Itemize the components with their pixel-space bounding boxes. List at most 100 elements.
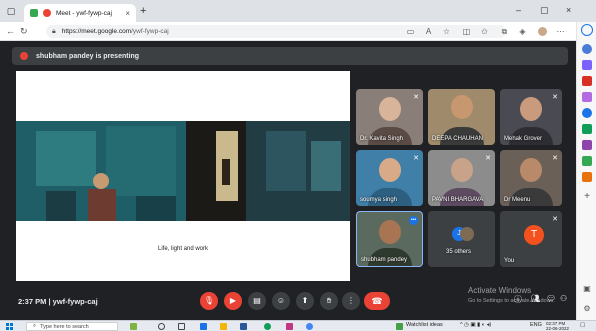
maximize-button[interactable]: ▢ <box>540 5 549 16</box>
widget-icon[interactable] <box>130 323 137 330</box>
office-icon[interactable] <box>582 108 592 118</box>
back-arrow-icon[interactable]: ← <box>6 26 15 37</box>
more-menu-icon[interactable]: ⋯ <box>556 27 565 36</box>
tray-clock[interactable]: 02:37 PM 22-06-2022 <box>546 321 569 331</box>
participant-face <box>378 220 401 244</box>
participant-name: Dr Meenu <box>504 197 531 203</box>
tray-icons[interactable]: ^ ◷ ▣ ▮ ◐ ◂) <box>460 322 491 328</box>
more-options-button[interactable]: ⋮ <box>342 292 360 310</box>
present-screen-button[interactable]: ⬆ <box>296 292 314 310</box>
add-icon[interactable]: + <box>582 192 592 202</box>
tab-close-icon[interactable]: × <box>125 9 130 18</box>
participant-tile-presenter[interactable]: ••• shubham pandey <box>356 211 423 267</box>
participant-face <box>378 97 401 121</box>
close-window-button[interactable]: × <box>566 5 571 15</box>
chrome-icon[interactable] <box>264 323 271 330</box>
others-tile[interactable]: J 35 others <box>428 211 495 267</box>
read-aloud-icon[interactable]: A <box>424 27 433 36</box>
search-icon: ⌕ <box>33 323 37 329</box>
participant-face <box>450 95 473 119</box>
bing-chat-icon[interactable] <box>581 24 593 36</box>
emoji-reaction-button[interactable]: ☺ <box>272 292 290 310</box>
slide-photo-graphic <box>16 121 350 221</box>
address-bar: ← ↻ 🔒︎ https://meet.google.com/ywf-fywp-… <box>0 22 596 41</box>
raise-hand-button[interactable]: ✋︎ <box>320 292 338 310</box>
recording-dot-icon <box>43 9 51 17</box>
camera-toggle-button[interactable]: ▶ <box>224 292 242 310</box>
presenting-banner-text: shubham pandey is presenting <box>36 52 140 60</box>
url-field[interactable]: 🔒︎ https://meet.google.com/ywf-fywp-caj <box>46 25 506 38</box>
windows-taskbar: ⌕ Type here to search Watchlist ideas ^ … <box>0 320 596 331</box>
task-view-icon[interactable] <box>178 323 185 330</box>
self-avatar-icon: T <box>524 225 544 245</box>
participant-tile[interactable]: ✕ Dr Meenu <box>500 150 562 206</box>
search-icon[interactable] <box>582 44 592 54</box>
taskbar-search-placeholder: Type here to search <box>40 323 89 330</box>
shopping-icon[interactable] <box>582 60 592 70</box>
participant-tile[interactable]: ✕ Dr. Kavita Singh <box>356 89 423 145</box>
favorites-icon[interactable]: ✩ <box>480 27 489 36</box>
self-tile[interactable]: T ✕ You <box>500 211 562 267</box>
slide-photo <box>16 121 350 221</box>
windows-start-icon[interactable] <box>6 323 13 330</box>
tab-actions-icon[interactable]: ▢ <box>6 6 16 16</box>
green-app-icon[interactable] <box>582 156 592 166</box>
leave-call-button[interactable]: ☎ <box>364 292 390 310</box>
games-icon[interactable] <box>582 92 592 102</box>
clock-separator: | <box>48 297 51 306</box>
watchlist-label[interactable]: Watchlist ideas <box>406 322 443 328</box>
participant-name: shubham pandey <box>361 257 408 263</box>
orange-app-icon[interactable] <box>582 172 592 182</box>
presentation-slide: Life, light and work <box>16 71 350 281</box>
cortana-icon[interactable] <box>158 323 165 330</box>
participant-name: DEEPA CHAUHAN <box>432 136 483 142</box>
presenter-avatar-icon <box>20 52 28 60</box>
meet-stage: shubham pandey is presenting Life, light… <box>8 41 576 320</box>
notification-icon[interactable]: ▢ <box>580 322 585 328</box>
new-tab-button[interactable]: + <box>140 6 146 17</box>
activate-windows-subtitle: Go to Settings to activate Windows. <box>468 298 555 304</box>
taskbar-search-box[interactable]: ⌕ Type here to search <box>26 322 118 331</box>
reload-icon[interactable]: ↻ <box>20 26 28 37</box>
mic-toggle-button[interactable]: 🎙︎ <box>200 292 218 310</box>
instagram-icon[interactable] <box>286 323 293 330</box>
meet-favicon-icon <box>30 9 38 17</box>
tray-language[interactable]: ENG <box>530 322 542 328</box>
file-explorer-icon[interactable] <box>220 323 227 330</box>
browser-icon[interactable] <box>306 323 313 330</box>
tray-date: 22-06-2022 <box>546 326 570 331</box>
participant-name: soumya singh <box>360 197 398 203</box>
sidebar-layout-icon[interactable]: ▣ <box>582 284 592 294</box>
extension-icon[interactable]: ◫ <box>462 27 471 36</box>
mic-off-icon: ✕ <box>485 155 491 162</box>
participant-tile[interactable]: ✕ PAVNI BHARGAVA <box>428 150 495 206</box>
camera-in-use-icon[interactable]: ▭ <box>406 27 415 36</box>
people-icon[interactable]: 👥︎ <box>530 294 540 303</box>
minimize-button[interactable]: – <box>516 5 521 15</box>
drop-icon[interactable] <box>582 140 592 150</box>
mic-off-icon: ✕ <box>552 155 558 162</box>
participant-tile[interactable]: ✕ Mehak Grover <box>500 89 562 145</box>
chat-icon[interactable]: 💬︎ <box>546 294 556 303</box>
captions-button[interactable]: ▤ <box>248 292 266 310</box>
meeting-details-icon[interactable]: ⓘ <box>514 294 522 305</box>
clock-time: 2:37 PM <box>18 297 47 306</box>
mic-off-icon: ✕ <box>413 94 419 101</box>
participant-tile[interactable]: DEEPA CHAUHAN <box>428 89 495 145</box>
browser-tab-meet[interactable]: Meet - ywf-fywp-caj × <box>24 4 136 22</box>
profile-avatar-icon[interactable] <box>538 27 547 36</box>
participant-tile[interactable]: ✕ soumya singh <box>356 150 423 206</box>
outlook-icon[interactable] <box>582 124 592 134</box>
url-path: /ywf-fywp-caj <box>131 28 169 35</box>
screen: ▢ Meet - ywf-fywp-caj × + – ▢ × ← ↻ 🔒︎ h… <box>0 0 596 331</box>
activities-icon[interactable]: ⚇ <box>560 294 567 303</box>
edge-taskbar-icon[interactable] <box>200 323 207 330</box>
tools-icon[interactable] <box>582 76 592 86</box>
store-icon[interactable] <box>240 323 247 330</box>
self-name: You <box>504 258 515 264</box>
favorite-star-icon[interactable]: ☆ <box>442 27 451 36</box>
shield-icon[interactable]: ◈ <box>518 27 527 36</box>
participant-name: Mehak Grover <box>504 136 543 142</box>
collections-icon[interactable]: ⧉ <box>500 27 509 36</box>
settings-gear-icon[interactable]: ⚙ <box>582 304 592 314</box>
